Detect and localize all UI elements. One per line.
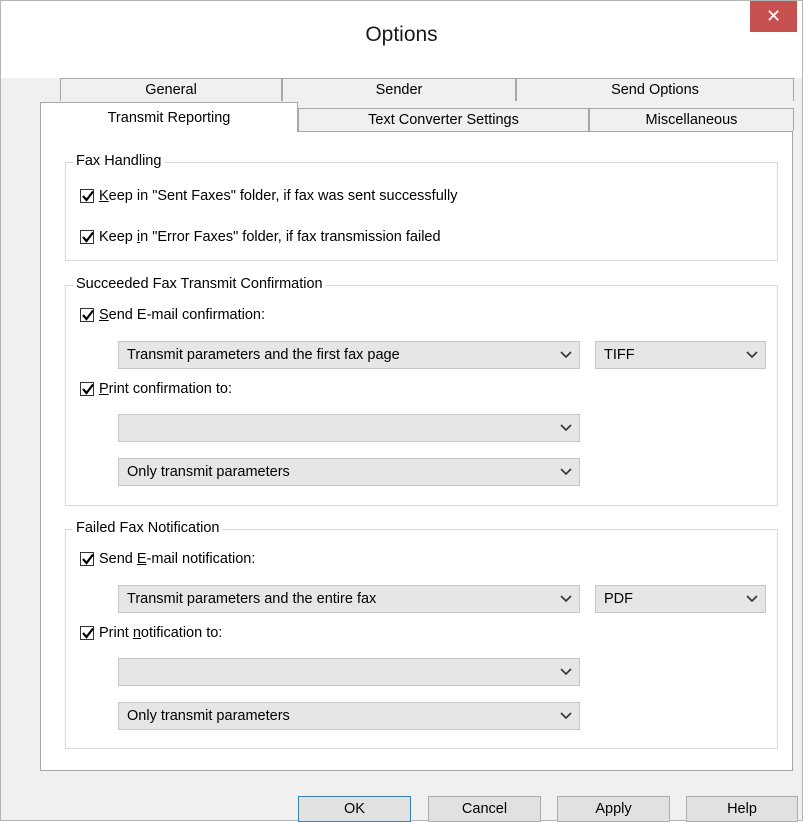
print-confirmation-checkbox[interactable]: Print confirmation to: (80, 381, 232, 397)
notification-format-select[interactable]: PDF (595, 585, 766, 613)
tab-miscellaneous[interactable]: Miscellaneous (589, 108, 794, 131)
checkbox-box (80, 552, 94, 566)
failed-title: Failed Fax Notification (73, 520, 223, 536)
fax-handling-group: Fax Handling Keep in "Sent Faxes" folder… (65, 153, 778, 261)
print-notification-checkbox[interactable]: Print notification to: (80, 625, 222, 641)
notification-content-select[interactable]: Transmit parameters and the entire fax (118, 585, 580, 613)
print-confirmation-label: Print confirmation to: (99, 381, 232, 397)
send-email-notification-checkbox[interactable]: Send E-mail notification: (80, 551, 255, 567)
options-dialog: Options ✕ General Sender Send Options Tr… (0, 0, 803, 822)
checkbox-box (80, 308, 94, 322)
succeeded-title: Succeeded Fax Transmit Confirmation (73, 276, 326, 292)
apply-button[interactable]: Apply (557, 796, 670, 822)
printer-select[interactable] (118, 414, 580, 442)
print-notification-label: Print notification to: (99, 625, 223, 641)
tab-general[interactable]: General (60, 78, 282, 101)
tab-send-options[interactable]: Send Options (516, 78, 794, 101)
ok-button[interactable]: OK (298, 796, 411, 822)
tab-sender[interactable]: Sender (282, 78, 516, 101)
chevron-down-icon (739, 586, 765, 612)
tab-panel-transmit-reporting: Fax Handling Keep in "Sent Faxes" folder… (40, 131, 793, 771)
checkbox-box (80, 189, 94, 203)
chevron-down-icon (553, 659, 579, 685)
chevron-down-icon (553, 415, 579, 441)
tab-text-converter-settings[interactable]: Text Converter Settings (298, 108, 589, 131)
fax-handling-title: Fax Handling (73, 153, 165, 169)
tab-transmit-reporting[interactable]: Transmit Reporting (40, 102, 298, 132)
checkbox-box (80, 626, 94, 640)
checkbox-box (80, 230, 94, 244)
succeeded-confirmation-group: Succeeded Fax Transmit Confirmation Send… (65, 276, 778, 506)
email-content-select[interactable]: Transmit parameters and the first fax pa… (118, 341, 580, 369)
chevron-down-icon (553, 586, 579, 612)
email-format-select[interactable]: TIFF (595, 341, 766, 369)
chevron-down-icon (553, 342, 579, 368)
send-email-confirmation-label: Send E-mail confirmation: (99, 307, 266, 323)
chevron-down-icon (553, 703, 579, 729)
chevron-down-icon (739, 342, 765, 368)
cancel-button[interactable]: Cancel (428, 796, 541, 822)
print-content-select[interactable]: Only transmit parameters (118, 458, 580, 486)
keep-error-label: Keep in "Error Faxes" folder, if fax tra… (99, 229, 441, 245)
send-email-confirmation-checkbox[interactable]: Send E-mail confirmation: (80, 307, 265, 323)
chevron-down-icon (553, 459, 579, 485)
keep-sent-label: Keep in "Sent Faxes" folder, if fax was … (99, 188, 458, 204)
keep-error-checkbox[interactable]: Keep in "Error Faxes" folder, if fax tra… (80, 229, 441, 245)
send-email-notification-label: Send E-mail notification: (99, 551, 256, 567)
help-button[interactable]: Help (686, 796, 798, 822)
checkbox-box (80, 382, 94, 396)
keep-sent-checkbox[interactable]: Keep in "Sent Faxes" folder, if fax was … (80, 188, 457, 204)
notification-printer-select[interactable] (118, 658, 580, 686)
failed-notification-group: Failed Fax Notification Send E-mail noti… (65, 520, 778, 749)
notification-print-content-select[interactable]: Only transmit parameters (118, 702, 580, 730)
